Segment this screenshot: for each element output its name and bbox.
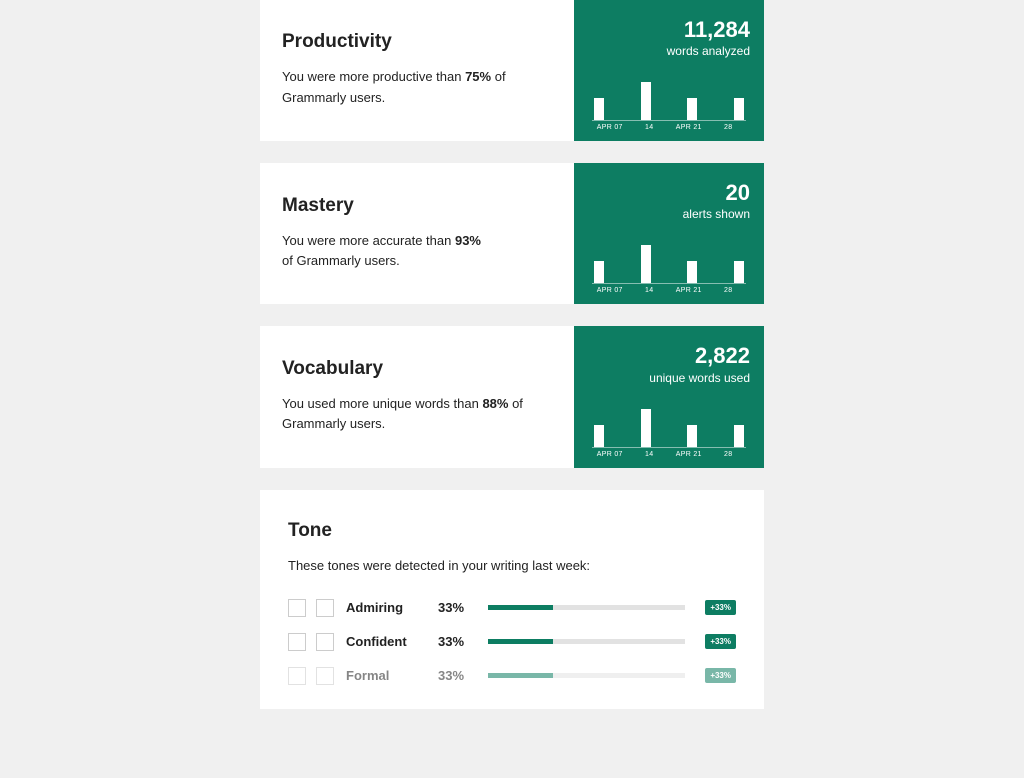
chart-bar [687, 261, 697, 283]
chart-bar [641, 245, 651, 283]
desc-bold: 75% [465, 69, 491, 84]
chart-bar [734, 425, 744, 447]
chart-axis [592, 283, 746, 284]
tone-bar-fill [488, 673, 553, 678]
stat-number: 2,822 [588, 344, 750, 368]
card-left: Vocabulary You used more unique words th… [260, 326, 574, 467]
x-label: 28 [709, 451, 749, 458]
bar-chart [588, 409, 750, 447]
bar-chart [588, 245, 750, 283]
tone-bar [488, 605, 685, 610]
vocabulary-card: Vocabulary You used more unique words th… [260, 326, 764, 467]
tone-row: Confident 33% +33% [288, 633, 736, 651]
productivity-card: Productivity You were more productive th… [260, 0, 764, 141]
mastery-card: Mastery You were more accurate than 93% … [260, 163, 764, 304]
bar-chart [588, 82, 750, 120]
card-description: You were more accurate than 93% of Gramm… [282, 231, 482, 271]
tone-name: Confident [346, 634, 428, 649]
tone-card: Tone These tones were detected in your w… [260, 490, 764, 709]
tone-percent: 33% [438, 668, 478, 683]
chart-bar [594, 425, 604, 447]
card-title: Mastery [282, 195, 552, 217]
tone-name: Formal [346, 668, 428, 683]
x-label: 14 [630, 124, 670, 131]
tone-icon-box [288, 633, 306, 651]
desc-pre: You were more productive than [282, 69, 465, 84]
desc-pre: You used more unique words than [282, 396, 482, 411]
chart-bar [687, 98, 697, 120]
tone-row: Formal 33% +33% [288, 667, 736, 685]
tone-icon-box [316, 599, 334, 617]
tone-icon-box [316, 667, 334, 685]
x-label: APR 07 [590, 124, 630, 131]
desc-bold: 88% [482, 396, 508, 411]
tone-icon-box [288, 667, 306, 685]
stat-panel: 20 alerts shown APR 07 14 APR 21 28 [574, 163, 764, 304]
tone-badge: +33% [705, 634, 736, 649]
tone-bar-fill [488, 605, 553, 610]
card-title: Productivity [282, 31, 552, 53]
tone-icon-box [288, 599, 306, 617]
x-label: 28 [709, 287, 749, 294]
desc-pre: You were more accurate than [282, 233, 455, 248]
tone-bar-fill [488, 639, 553, 644]
card-description: You were more productive than 75% of Gra… [282, 67, 542, 107]
x-label: APR 21 [669, 451, 709, 458]
tone-icon-box [316, 633, 334, 651]
chart-axis [592, 120, 746, 121]
desc-bold: 93% [455, 233, 481, 248]
x-label: APR 21 [669, 287, 709, 294]
stat-panel: 11,284 words analyzed APR 07 14 APR 21 2… [574, 0, 764, 141]
chart-x-labels: APR 07 14 APR 21 28 [588, 124, 750, 131]
tone-percent: 33% [438, 634, 478, 649]
x-label: APR 07 [590, 451, 630, 458]
tone-name: Admiring [346, 600, 428, 615]
tone-title: Tone [288, 520, 736, 542]
chart-x-labels: APR 07 14 APR 21 28 [588, 287, 750, 294]
tone-badge: +33% [705, 600, 736, 615]
chart-axis [592, 447, 746, 448]
card-left: Mastery You were more accurate than 93% … [260, 163, 574, 304]
chart-bar [641, 409, 651, 447]
card-description: You used more unique words than 88% of G… [282, 394, 542, 434]
stat-number: 11,284 [588, 18, 750, 42]
chart-x-labels: APR 07 14 APR 21 28 [588, 451, 750, 458]
tone-row: Admiring 33% +33% [288, 599, 736, 617]
chart-bar [687, 425, 697, 447]
stat-label: alerts shown [588, 207, 750, 221]
chart-bar [594, 98, 604, 120]
x-label: 14 [630, 451, 670, 458]
card-left: Productivity You were more productive th… [260, 0, 574, 141]
tone-bar [488, 673, 685, 678]
x-label: 14 [630, 287, 670, 294]
x-label: APR 21 [669, 124, 709, 131]
desc-post: of Grammarly users. [282, 253, 400, 268]
tone-description: These tones were detected in your writin… [288, 558, 736, 573]
x-label: 28 [709, 124, 749, 131]
x-label: APR 07 [590, 287, 630, 294]
stat-panel: 2,822 unique words used APR 07 14 APR 21… [574, 326, 764, 467]
tone-bar [488, 639, 685, 644]
stat-number: 20 [588, 181, 750, 205]
stat-label: unique words used [588, 371, 750, 385]
tone-percent: 33% [438, 600, 478, 615]
chart-bar [734, 98, 744, 120]
stat-label: words analyzed [588, 44, 750, 58]
chart-bar [594, 261, 604, 283]
chart-bar [641, 82, 651, 120]
chart-bar [734, 261, 744, 283]
tone-badge: +33% [705, 668, 736, 683]
card-title: Vocabulary [282, 358, 552, 380]
